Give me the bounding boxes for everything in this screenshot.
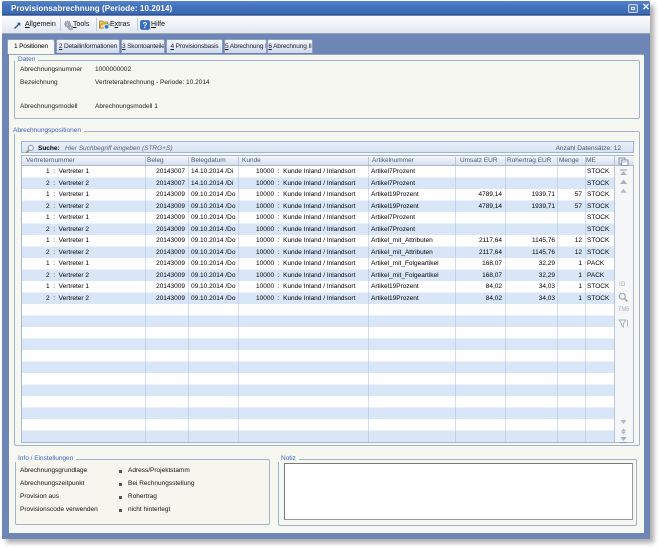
svg-text:?: ?	[143, 21, 148, 30]
